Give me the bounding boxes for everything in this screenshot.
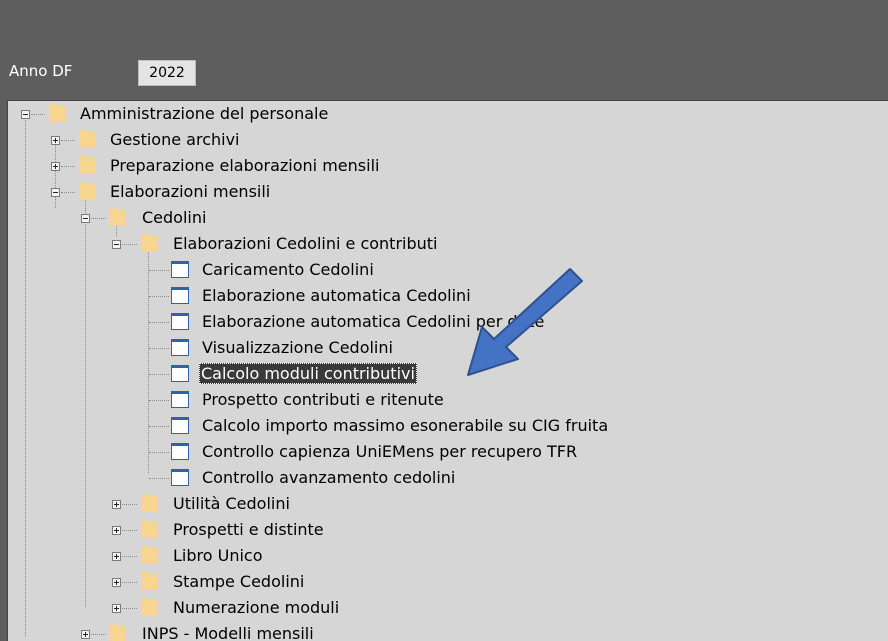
document-icon <box>171 261 189 278</box>
tree-leaf-label: Elaborazione automatica Cedolini <box>202 286 471 305</box>
tree-node-label: Gestione archivi <box>110 130 240 149</box>
tree-node-label: Stampe Cedolini <box>173 572 305 591</box>
plus-icon[interactable] <box>112 526 121 535</box>
tree-node-label: Preparazione elaborazioni mensili <box>110 156 380 175</box>
tree-node-libro-unico[interactable]: Libro Unico <box>8 543 508 569</box>
document-icon <box>171 443 189 460</box>
tree-leaf-label-selected: Calcolo moduli contributivi <box>199 363 417 384</box>
tree-node-label: Elaborazioni Cedolini e contributi <box>173 234 438 253</box>
plus-icon[interactable] <box>81 630 90 639</box>
tree-node-preparazione[interactable]: Preparazione elaborazioni mensili <box>8 153 508 179</box>
folder-icon <box>79 156 96 174</box>
tree-leaf-controllo-avanzamento[interactable]: Controllo avanzamento cedolini <box>8 465 788 491</box>
tree-leaf-label: Controllo capienza UniEMens per recupero… <box>202 442 578 461</box>
tree-node-amministrazione[interactable]: Amministrazione del personale <box>8 101 508 127</box>
folder-icon <box>141 546 158 564</box>
menu-tree-panel: Amministrazione del personale Gestione a… <box>7 100 888 641</box>
folder-icon <box>49 104 66 122</box>
document-icon <box>171 417 189 434</box>
tree-leaf-label: Visualizzazione Cedolini <box>202 338 393 357</box>
tree-node-prospetti-distinte[interactable]: Prospetti e distinte <box>8 517 508 543</box>
tree-node-label: Amministrazione del personale <box>80 104 329 123</box>
tree-node-elaborazioni-mensili[interactable]: Elaborazioni mensili <box>8 179 508 205</box>
tree-leaf-label: Calcolo importo massimo esonerabile su C… <box>202 416 609 435</box>
plus-icon[interactable] <box>112 578 121 587</box>
document-icon <box>171 391 189 408</box>
tree-leaf-calcolo-importo-massimo[interactable]: Calcolo importo massimo esonerabile su C… <box>8 413 788 439</box>
minus-icon[interactable] <box>51 188 60 197</box>
plus-icon[interactable] <box>51 162 60 171</box>
folder-icon <box>79 130 96 148</box>
tree-leaf-elaborazione-automatica-ditte[interactable]: Elaborazione automatica Cedolini per dit… <box>8 309 788 335</box>
plus-icon[interactable] <box>112 604 121 613</box>
minus-icon[interactable] <box>21 110 30 119</box>
document-icon <box>171 469 189 486</box>
tree-node-stampe-cedolini[interactable]: Stampe Cedolini <box>8 569 508 595</box>
plus-icon[interactable] <box>51 136 60 145</box>
tree-node-inps-modelli[interactable]: INPS - Modelli mensili <box>8 621 508 641</box>
tree-node-label: INPS - Modelli mensili <box>142 624 314 641</box>
tree-node-label: Utilità Cedolini <box>173 494 290 513</box>
folder-icon <box>141 572 158 590</box>
document-icon <box>171 313 189 330</box>
document-icon <box>171 339 189 356</box>
folder-icon <box>141 494 158 512</box>
tree-node-label: Elaborazioni mensili <box>110 182 271 201</box>
folder-icon <box>141 234 158 252</box>
tree-leaf-calcolo-moduli-contributivi[interactable]: Calcolo moduli contributivi <box>8 361 788 387</box>
document-icon <box>171 365 189 382</box>
tree-node-label: Libro Unico <box>173 546 263 565</box>
tree-leaf-label: Controllo avanzamento cedolini <box>202 468 456 487</box>
minus-icon[interactable] <box>112 240 121 249</box>
plus-icon[interactable] <box>112 500 121 509</box>
minus-icon[interactable] <box>81 214 90 223</box>
tree-node-numerazione-moduli[interactable]: Numerazione moduli <box>8 595 508 621</box>
folder-icon <box>141 520 158 538</box>
folder-icon <box>79 182 96 200</box>
tree-node-utilita-cedolini[interactable]: Utilità Cedolini <box>8 491 508 517</box>
tree-node-elaborazioni-cedolini-contributi[interactable]: Elaborazioni Cedolini e contributi <box>8 231 608 257</box>
menu-tree: Amministrazione del personale Gestione a… <box>8 101 888 641</box>
tree-leaf-label: Prospetto contributi e ritenute <box>202 390 444 409</box>
document-icon <box>171 287 189 304</box>
tree-leaf-label: Caricamento Cedolini <box>202 260 374 279</box>
top-toolbar: Anno DF 2022 <box>0 0 888 100</box>
tree-leaf-prospetto-contributi[interactable]: Prospetto contributi e ritenute <box>8 387 788 413</box>
year-label: Anno DF <box>9 62 73 80</box>
tree-leaf-caricamento-cedolini[interactable]: Caricamento Cedolini <box>8 257 788 283</box>
folder-icon <box>109 624 126 641</box>
tree-leaf-visualizzazione-cedolini[interactable]: Visualizzazione Cedolini <box>8 335 788 361</box>
tree-node-label: Cedolini <box>142 208 207 227</box>
year-input[interactable]: 2022 <box>138 60 196 86</box>
tree-leaf-elaborazione-automatica[interactable]: Elaborazione automatica Cedolini <box>8 283 788 309</box>
tree-node-gestione-archivi[interactable]: Gestione archivi <box>8 127 508 153</box>
tree-node-label: Prospetti e distinte <box>173 520 324 539</box>
tree-leaf-controllo-capienza[interactable]: Controllo capienza UniEMens per recupero… <box>8 439 788 465</box>
tree-node-cedolini[interactable]: Cedolini <box>8 205 508 231</box>
folder-icon <box>141 598 158 616</box>
plus-icon[interactable] <box>112 552 121 561</box>
tree-node-label: Numerazione moduli <box>173 598 340 617</box>
arrow-icon <box>467 268 583 376</box>
folder-icon <box>109 208 126 226</box>
